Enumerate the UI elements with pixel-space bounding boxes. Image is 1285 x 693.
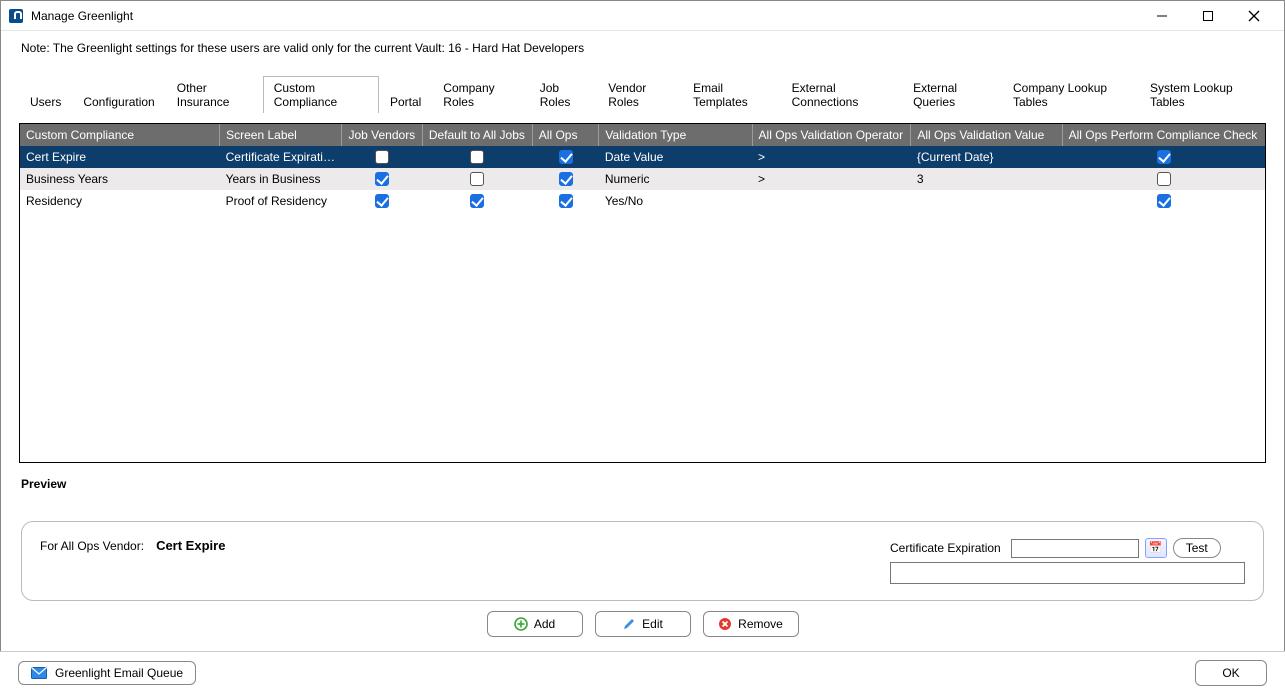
preview-left-value: Cert Expire	[156, 538, 225, 553]
column-header[interactable]: All Ops	[532, 124, 599, 146]
cell: >	[752, 168, 911, 190]
titlebar: Manage Greenlight	[1, 1, 1284, 31]
cell: Certificate Expirati…	[220, 146, 342, 168]
footer: Greenlight Email Queue OK	[0, 651, 1285, 693]
tab-job-roles[interactable]: Job Roles	[529, 76, 598, 113]
table-row[interactable]: Cert ExpireCertificate Expirati… Date Val…	[20, 146, 1265, 168]
table-row[interactable]: Business YearsYears in Business Numeric>3	[20, 168, 1265, 190]
checkbox[interactable]	[470, 172, 484, 186]
tab-external-connections[interactable]: External Connections	[781, 76, 902, 113]
window-title: Manage Greenlight	[31, 9, 133, 23]
tab-strip: UsersConfigurationOther InsuranceCustom …	[1, 61, 1284, 112]
column-header[interactable]: All Ops Validation Operator	[752, 124, 911, 146]
checkbox[interactable]	[559, 150, 573, 164]
column-header[interactable]: Default to All Jobs	[422, 124, 532, 146]
maximize-button[interactable]	[1186, 2, 1230, 30]
column-header[interactable]: Custom Compliance	[20, 124, 220, 146]
cell	[911, 190, 1062, 212]
tab-company-lookup-tables[interactable]: Company Lookup Tables	[1002, 76, 1139, 113]
checkbox[interactable]	[559, 194, 573, 208]
compliance-grid[interactable]: Custom ComplianceScreen LabelJob Vendors…	[19, 123, 1266, 463]
tab-users[interactable]: Users	[19, 90, 72, 113]
remove-button[interactable]: Remove	[703, 611, 799, 637]
checkbox[interactable]	[1157, 150, 1171, 164]
checkbox[interactable]	[470, 194, 484, 208]
column-header[interactable]: Job Vendors	[342, 124, 422, 146]
preview-heading: Preview	[21, 477, 1264, 491]
tab-system-lookup-tables[interactable]: System Lookup Tables	[1139, 76, 1266, 113]
checkbox[interactable]	[1157, 194, 1171, 208]
edit-button[interactable]: Edit	[595, 611, 691, 637]
close-button[interactable]	[1232, 2, 1276, 30]
preview-field-label: Certificate Expiration	[890, 541, 1001, 555]
cell: Proof of Residency	[220, 190, 342, 212]
tab-other-insurance[interactable]: Other Insurance	[166, 76, 263, 113]
calendar-icon[interactable]: 📅	[1145, 538, 1167, 558]
preview-result-input[interactable]	[890, 562, 1245, 584]
cell: {Current Date}	[911, 146, 1062, 168]
expiration-date-input[interactable]	[1011, 539, 1139, 558]
email-queue-button[interactable]: Greenlight Email Queue	[18, 661, 196, 685]
column-header[interactable]: All Ops Perform Compliance Check	[1062, 124, 1265, 146]
cell: Numeric	[599, 168, 752, 190]
cell: Yes/No	[599, 190, 752, 212]
add-button[interactable]: Add	[487, 611, 583, 637]
tab-custom-compliance[interactable]: Custom Compliance	[263, 76, 379, 113]
ok-button[interactable]: OK	[1195, 660, 1267, 686]
checkbox[interactable]	[375, 150, 389, 164]
email-queue-label: Greenlight Email Queue	[55, 666, 183, 680]
preview-left-label: For All Ops Vendor:	[40, 539, 144, 553]
cell: Date Value	[599, 146, 752, 168]
edit-label: Edit	[642, 617, 663, 631]
test-button[interactable]: Test	[1173, 538, 1221, 558]
tab-external-queries[interactable]: External Queries	[902, 76, 1002, 113]
add-label: Add	[534, 617, 555, 631]
tab-vendor-roles[interactable]: Vendor Roles	[597, 76, 682, 113]
checkbox[interactable]	[375, 172, 389, 186]
column-header[interactable]: All Ops Validation Value	[911, 124, 1062, 146]
cell: 3	[911, 168, 1062, 190]
checkbox[interactable]	[470, 150, 484, 164]
checkbox[interactable]	[1157, 172, 1171, 186]
minimize-button[interactable]	[1140, 2, 1184, 30]
cell: >	[752, 146, 911, 168]
lock-icon	[9, 9, 23, 23]
tab-configuration[interactable]: Configuration	[72, 90, 165, 113]
column-header[interactable]: Validation Type	[599, 124, 752, 146]
cell: Business Years	[20, 168, 220, 190]
tab-portal[interactable]: Portal	[379, 90, 432, 113]
action-row: Add Edit Remove	[1, 611, 1284, 637]
checkbox[interactable]	[559, 172, 573, 186]
tab-company-roles[interactable]: Company Roles	[432, 76, 528, 113]
table-row[interactable]: ResidencyProof of Residency Yes/No	[20, 190, 1265, 212]
cell: Cert Expire	[20, 146, 220, 168]
checkbox[interactable]	[375, 194, 389, 208]
mail-icon	[31, 667, 47, 679]
tab-email-templates[interactable]: Email Templates	[682, 76, 781, 113]
remove-label: Remove	[738, 617, 783, 631]
cell	[752, 190, 911, 212]
vault-note: Note: The Greenlight settings for these …	[1, 31, 1284, 61]
preview-panel: For All Ops Vendor: Cert Expire Certific…	[21, 521, 1264, 601]
column-header[interactable]: Screen Label	[220, 124, 342, 146]
cell: Years in Business	[220, 168, 342, 190]
cell: Residency	[20, 190, 220, 212]
